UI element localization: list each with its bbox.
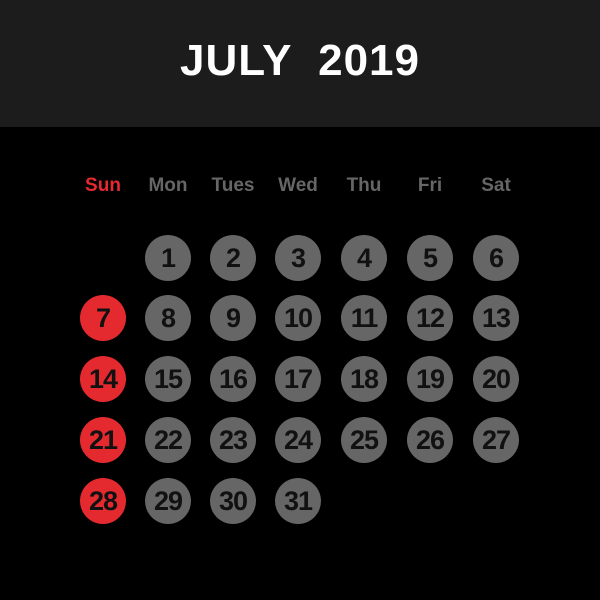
day-cell-18[interactable]: 18 [341, 356, 387, 402]
day-cell-10[interactable]: 10 [275, 295, 321, 341]
day-cell-15[interactable]: 15 [145, 356, 191, 402]
day-cell-28[interactable]: 28 [80, 478, 126, 524]
weekday-label-tues: Tues [211, 175, 255, 196]
day-cell-8[interactable]: 8 [145, 295, 191, 341]
day-cell-7[interactable]: 7 [80, 295, 126, 341]
day-cell-21[interactable]: 21 [80, 417, 126, 463]
weekday-label-wed: Wed [278, 175, 318, 196]
weekday-label-sun: Sun [85, 175, 121, 196]
day-cell-3[interactable]: 3 [275, 235, 321, 281]
day-cell-1[interactable]: 1 [145, 235, 191, 281]
day-cell-20[interactable]: 20 [473, 356, 519, 402]
day-cell-17[interactable]: 17 [275, 356, 321, 402]
day-cell-11[interactable]: 11 [341, 295, 387, 341]
day-cell-13[interactable]: 13 [473, 295, 519, 341]
day-cell-27[interactable]: 27 [473, 417, 519, 463]
day-cell-5[interactable]: 5 [407, 235, 453, 281]
month-year-title: JULY 2019 [180, 35, 420, 85]
weekday-label-mon: Mon [148, 175, 188, 196]
day-cell-25[interactable]: 25 [341, 417, 387, 463]
day-cell-14[interactable]: 14 [80, 356, 126, 402]
day-cell-12[interactable]: 12 [407, 295, 453, 341]
calendar-header: JULY 2019 [0, 0, 600, 127]
day-cell-30[interactable]: 30 [210, 478, 256, 524]
day-cell-16[interactable]: 16 [210, 356, 256, 402]
day-cell-2[interactable]: 2 [210, 235, 256, 281]
day-cell-23[interactable]: 23 [210, 417, 256, 463]
weekday-label-fri: Fri [417, 175, 443, 196]
day-cell-29[interactable]: 29 [145, 478, 191, 524]
day-cell-24[interactable]: 24 [275, 417, 321, 463]
day-cell-19[interactable]: 19 [407, 356, 453, 402]
day-cell-9[interactable]: 9 [210, 295, 256, 341]
weekday-label-thu: Thu [346, 175, 382, 196]
day-cell-22[interactable]: 22 [145, 417, 191, 463]
weekday-label-sat: Sat [481, 175, 511, 196]
day-cell-26[interactable]: 26 [407, 417, 453, 463]
day-cell-4[interactable]: 4 [341, 235, 387, 281]
day-cell-31[interactable]: 31 [275, 478, 321, 524]
day-cell-6[interactable]: 6 [473, 235, 519, 281]
